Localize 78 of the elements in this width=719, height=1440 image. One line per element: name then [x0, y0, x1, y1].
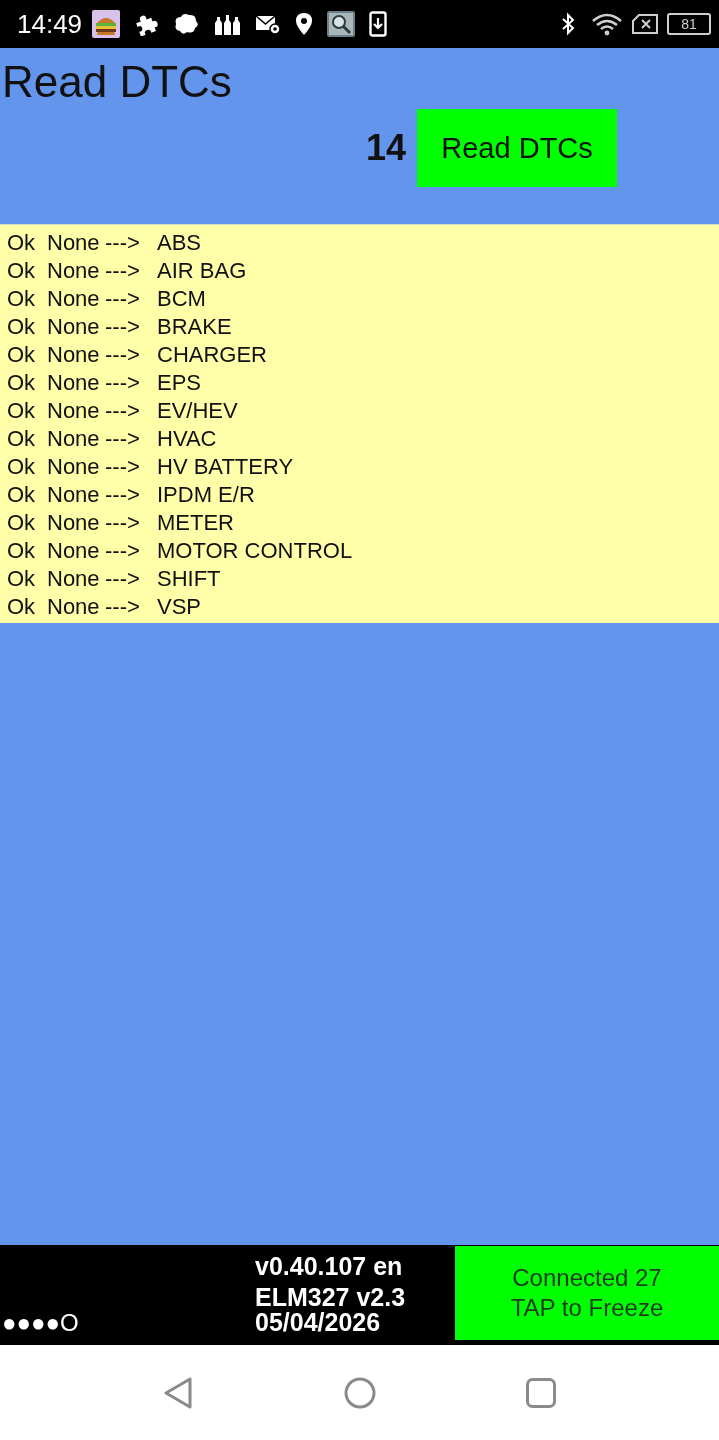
dtc-count: 14 — [366, 127, 407, 169]
burger-icon — [92, 10, 121, 38]
result-text: None — [47, 510, 101, 536]
result-text: None — [47, 314, 101, 340]
result-text: None — [47, 370, 101, 396]
connection-button[interactable]: Connected 27 TAP to Freeze — [455, 1246, 719, 1340]
status-text: Ok — [7, 258, 37, 284]
status-text: Ok — [7, 538, 37, 564]
module-name: HV BATTERY — [157, 454, 294, 480]
module-name: BCM — [157, 286, 206, 312]
result-text: None — [47, 426, 101, 452]
arrow-text: ---> — [105, 594, 141, 620]
read-dtcs-button[interactable]: Read DTCs — [417, 109, 618, 187]
arrow-text: ---> — [105, 314, 141, 340]
progress-indicator-text: ●●●●O — [2, 1309, 79, 1337]
status-text: Ok — [7, 370, 37, 396]
module-name: AIR BAG — [157, 258, 247, 284]
module-name: HVAC — [157, 426, 217, 452]
status-text: Ok — [7, 454, 37, 480]
arrow-text: ---> — [105, 538, 141, 564]
module-name: SHIFT — [157, 566, 221, 592]
photo-thumbnail-icon — [327, 11, 356, 37]
arrow-text: ---> — [105, 398, 141, 424]
status-text: Ok — [7, 342, 37, 368]
mail-settings-icon — [255, 14, 282, 34]
status-text: Ok — [7, 286, 37, 312]
status-text: Ok — [7, 482, 37, 508]
status-text: Ok — [7, 594, 37, 620]
result-text: None — [47, 258, 101, 284]
module-name: BRAKE — [157, 314, 232, 340]
result-text: None — [47, 566, 101, 592]
arrow-text: ---> — [105, 370, 141, 396]
arrow-text: ---> — [105, 510, 141, 536]
result-text: None — [47, 454, 101, 480]
module-name: MOTOR CONTROL — [157, 538, 353, 564]
arrow-text: ---> — [105, 482, 141, 508]
module-name: EV/HEV — [157, 398, 238, 424]
adapter-text: ELM327 v2.3 — [255, 1283, 406, 1311]
status-text: Ok — [7, 510, 37, 536]
module-name: EPS — [157, 370, 202, 396]
back-icon[interactable] — [163, 1376, 193, 1409]
result-text: None — [47, 230, 101, 256]
result-text: None — [47, 538, 101, 564]
home-icon[interactable] — [344, 1376, 376, 1409]
wifi-icon — [591, 12, 623, 36]
module-name: VSP — [157, 594, 202, 620]
download-icon — [369, 11, 388, 37]
date-text: 05/04/2026 — [255, 1311, 381, 1333]
recents-icon[interactable] — [526, 1377, 556, 1408]
arrow-text: ---> — [105, 566, 141, 592]
arrow-text: ---> — [105, 230, 141, 256]
location-pin-icon — [295, 12, 314, 36]
result-text: None — [47, 594, 101, 620]
arrow-text: ---> — [105, 286, 141, 312]
status-text: Ok — [7, 398, 37, 424]
status-text: Ok — [7, 314, 37, 340]
bluetooth-icon — [561, 12, 575, 36]
arrow-text: ---> — [105, 454, 141, 480]
status-time: 14:49 — [17, 8, 83, 40]
no-signal-icon — [631, 12, 659, 36]
module-name: ABS — [157, 230, 202, 256]
module-name: IPDM E/R — [157, 482, 255, 508]
result-text: None — [47, 398, 101, 424]
result-text: None — [47, 482, 101, 508]
result-text: None — [47, 286, 101, 312]
status-text: Ok — [7, 426, 37, 452]
arrow-text: ---> — [105, 342, 141, 368]
version-text: v0.40.107 en — [255, 1252, 403, 1280]
bottles-icon — [214, 12, 242, 36]
status-text: Ok — [7, 566, 37, 592]
result-text: None — [47, 342, 101, 368]
module-name: METER — [157, 510, 234, 536]
battery-icon: 81 — [667, 13, 711, 35]
arrow-text: ---> — [105, 258, 141, 284]
arrow-text: ---> — [105, 426, 141, 452]
module-name: CHARGER — [157, 342, 267, 368]
page-title: Read DTCs — [2, 56, 232, 108]
status-text: Ok — [7, 230, 37, 256]
